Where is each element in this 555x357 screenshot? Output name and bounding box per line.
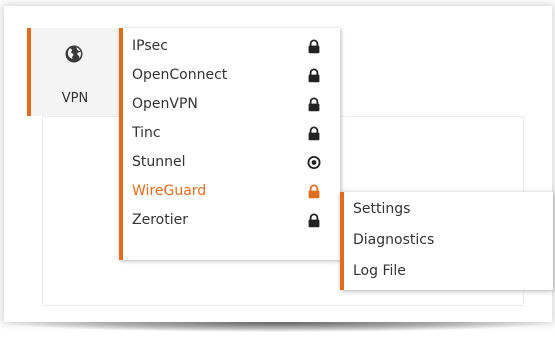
wireguard-submenu: Settings Diagnostics Log File bbox=[340, 192, 553, 290]
menu-item-label: Zerotier bbox=[132, 212, 188, 228]
menu-item-label: IPsec bbox=[132, 38, 168, 54]
submenu-item-label: Settings bbox=[353, 201, 411, 217]
menu-item-label: Stunnel bbox=[132, 154, 186, 170]
menu-item-label: OpenConnect bbox=[132, 67, 228, 83]
submenu-item-log-file[interactable]: Log File bbox=[344, 257, 553, 287]
submenu-item-label: Log File bbox=[353, 263, 406, 279]
lock-icon bbox=[308, 68, 320, 83]
menu-item-tinc[interactable]: Tinc bbox=[123, 119, 340, 148]
lock-icon bbox=[308, 126, 320, 141]
menu-item-label: Tinc bbox=[132, 125, 161, 141]
vpn-dropdown-menu: IPsec OpenConnect OpenVPN Tinc Stunnel W… bbox=[119, 28, 340, 260]
lock-icon bbox=[308, 39, 320, 54]
submenu-item-label: Diagnostics bbox=[353, 232, 435, 248]
menu-item-wireguard[interactable]: WireGuard bbox=[123, 177, 340, 206]
lock-icon bbox=[308, 213, 320, 228]
menu-item-label: OpenVPN bbox=[132, 96, 198, 112]
circle-dot-icon bbox=[307, 156, 321, 169]
submenu-item-settings[interactable]: Settings bbox=[344, 195, 553, 225]
submenu-item-diagnostics[interactable]: Diagnostics bbox=[344, 226, 553, 256]
menu-item-ipsec[interactable]: IPsec bbox=[123, 32, 340, 61]
menu-category-vpn[interactable]: VPN bbox=[27, 28, 119, 116]
lock-icon bbox=[308, 184, 320, 199]
menu-item-label: WireGuard bbox=[132, 183, 207, 199]
screenshot-stage: VPN IPsec OpenConnect OpenVPN Tinc Stunn… bbox=[0, 0, 555, 357]
menu-item-zerotier[interactable]: Zerotier bbox=[123, 206, 340, 235]
globe-icon bbox=[65, 45, 83, 63]
lock-icon bbox=[308, 97, 320, 112]
menu-item-stunnel[interactable]: Stunnel bbox=[123, 148, 340, 177]
menu-item-openvpn[interactable]: OpenVPN bbox=[123, 90, 340, 119]
menu-item-openconnect[interactable]: OpenConnect bbox=[123, 61, 340, 90]
vpn-label: VPN bbox=[61, 91, 89, 106]
